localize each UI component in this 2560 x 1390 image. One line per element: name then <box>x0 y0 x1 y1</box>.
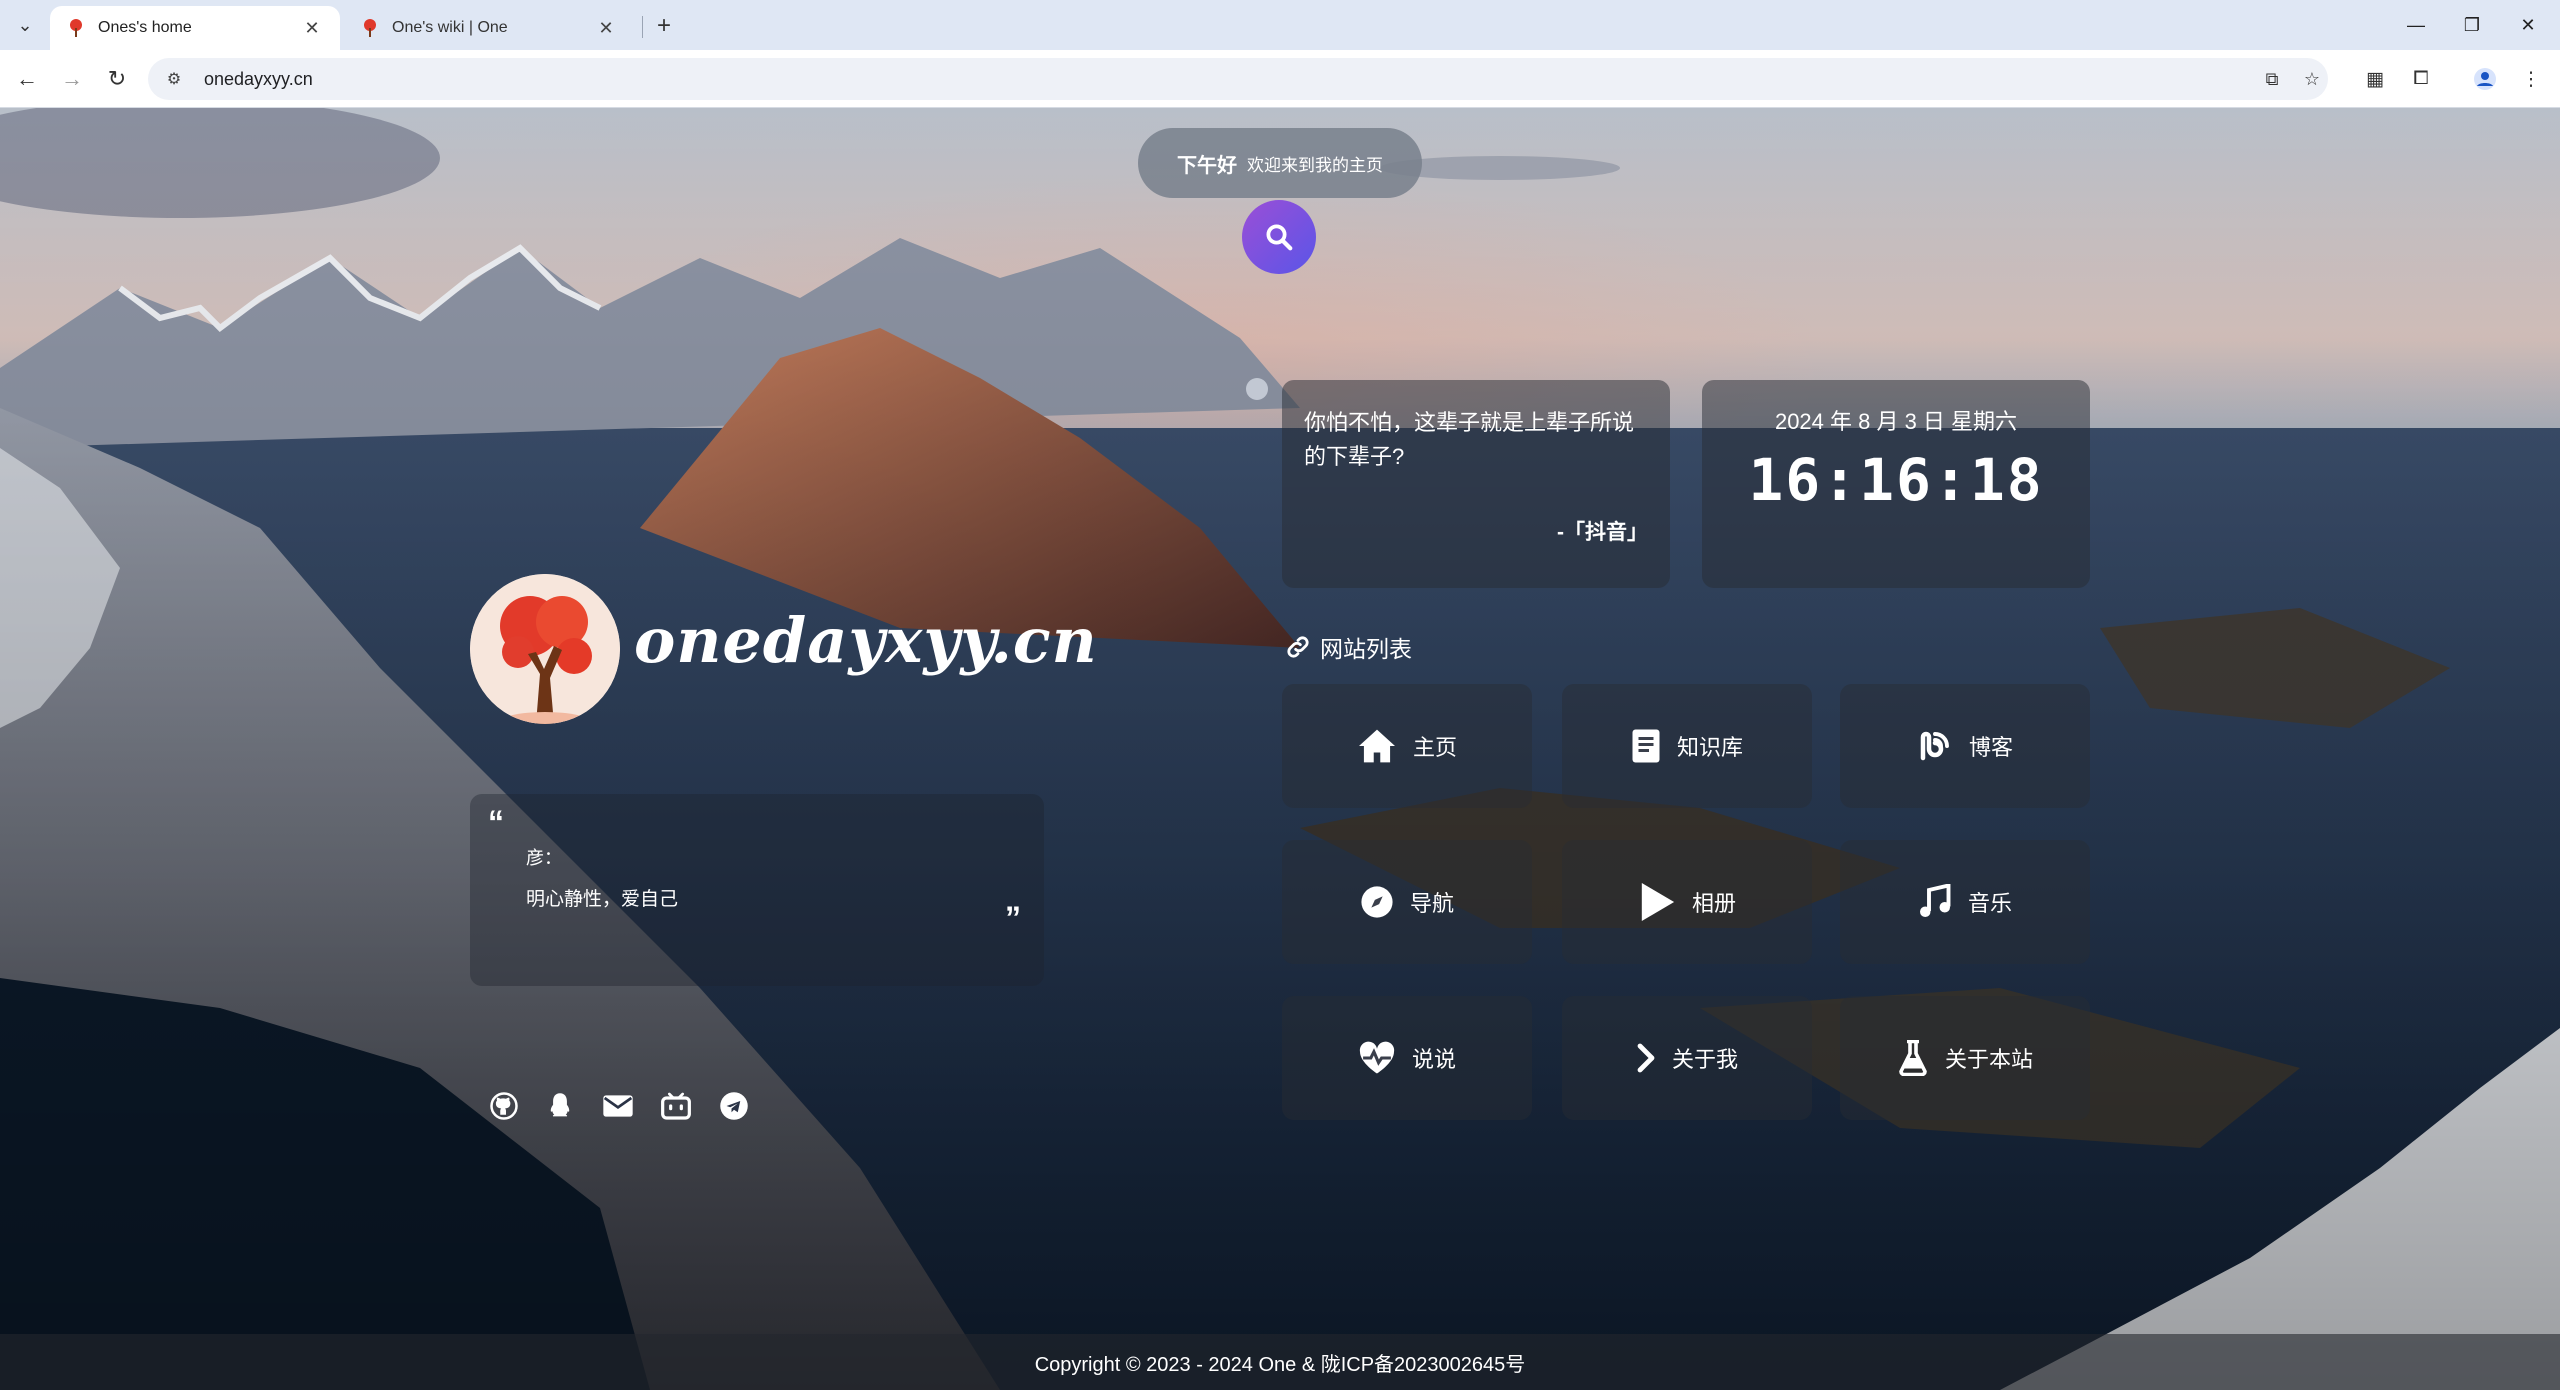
chevron-right-icon <box>1637 1043 1655 1073</box>
site-card-label: 说说 <box>1411 1047 1456 1072</box>
site-card-label: 导航 <box>1409 891 1454 916</box>
site-card-label: 关于本站 <box>1944 1047 2033 1072</box>
quote-close-icon: ” <box>1005 900 1021 936</box>
new-tab-plus-icon[interactable]: + <box>650 12 678 40</box>
site-card-blog[interactable]: 博客 <box>1840 684 2090 808</box>
tree-favicon-icon <box>70 19 82 37</box>
motto-text: 明心静性，爱自己 <box>526 889 679 910</box>
address-bar[interactable]: ⚙ onedayxyy.cn ⧉ ☆ <box>148 58 2328 100</box>
github-icon[interactable] <box>486 1088 522 1124</box>
site-card-label: 音乐 <box>1967 891 2012 916</box>
qr-code-icon[interactable]: ▦ <box>2360 64 2390 94</box>
browser-toolbar: ← → ↻ ⚙ onedayxyy.cn ⧉ ☆ ▦ ⧠ ⋮ <box>0 50 2560 108</box>
tab-search-chevron-icon[interactable]: ⌄ <box>10 10 40 40</box>
hitokoto-source: -「抖音」 <box>1557 521 1648 544</box>
footer: Copyright © 2023 - 2024 One & 陇ICP备20230… <box>0 1334 2560 1390</box>
greeting-main: 下午好 <box>1177 154 1237 177</box>
site-card-label: 相册 <box>1691 891 1736 916</box>
site-list-title: 网站列表 <box>1284 630 1412 664</box>
music-icon <box>1919 884 1951 917</box>
link-icon <box>1287 636 1309 658</box>
hitokoto-text: 你怕不怕，这辈子就是上辈子所说的下辈子? <box>1304 410 1635 469</box>
site-card-music[interactable]: 音乐 <box>1840 840 2090 964</box>
bookmark-star-icon[interactable]: ☆ <box>2298 65 2326 93</box>
back-arrow-icon[interactable]: ← <box>10 62 44 96</box>
install-app-icon[interactable]: ⧉ <box>2258 65 2286 93</box>
site-card-home[interactable]: 主页 <box>1282 684 1532 808</box>
hitokoto-card[interactable]: 你怕不怕，这辈子就是上辈子所说的下辈子? -「抖音」 <box>1282 380 1670 588</box>
tab-divider <box>642 16 643 38</box>
greeting-banner: 下午好 欢迎来到我的主页 <box>1138 128 1422 198</box>
greeting-sub: 欢迎来到我的主页 <box>1247 155 1383 175</box>
motto-card: “ 彦： 明心静性，爱自己 <box>470 794 1044 986</box>
site-card-wiki[interactable]: 知识库 <box>1562 684 1812 808</box>
minimize-icon[interactable]: — <box>2396 10 2436 40</box>
restore-icon[interactable]: ❐ <box>2452 10 2492 40</box>
red-tree-icon <box>470 574 620 724</box>
bilibili-icon[interactable] <box>658 1088 694 1124</box>
clock-time: 16:16:18 <box>1748 446 2044 514</box>
site-card-about-site[interactable]: 关于本站 <box>1840 996 2090 1120</box>
more-menu-icon[interactable]: ⋮ <box>2516 64 2546 94</box>
site-card-label: 主页 <box>1412 735 1457 760</box>
quote-open-icon: “ <box>488 804 504 840</box>
tab-title: Ones's home <box>98 19 192 36</box>
clock-card: 2024 年 8 月 3 日 星期六 16:16:18 <box>1702 380 2090 588</box>
heartbeat-icon <box>1359 1041 1395 1074</box>
tab-strip: ⌄ Ones's home ✕ One's wiki | One ✕ + — ❐… <box>0 0 2560 50</box>
search-icon <box>1266 224 1293 251</box>
logo-text[interactable]: onedayxyy.cn <box>634 604 1098 677</box>
footer-copyright[interactable]: Copyright © 2023 - 2024 One & 陇ICP备20230… <box>1035 1348 1526 1377</box>
reload-icon[interactable]: ↻ <box>100 62 134 96</box>
carousel-dot[interactable] <box>1246 378 1268 400</box>
site-card-label: 关于我 <box>1671 1047 1738 1072</box>
profile-avatar-icon[interactable] <box>2470 64 2500 94</box>
telegram-icon[interactable] <box>716 1088 752 1124</box>
flask-icon <box>1899 1040 1927 1076</box>
forward-arrow-icon[interactable]: → <box>55 62 89 96</box>
close-tab-icon[interactable]: ✕ <box>300 16 324 40</box>
site-info-icon[interactable]: ⚙ <box>160 65 188 93</box>
tab-title: One's wiki | One <box>392 19 508 36</box>
site-card-nav[interactable]: 导航 <box>1282 840 1532 964</box>
site-card-album[interactable]: 相册 <box>1562 840 1812 964</box>
compass-icon <box>1361 886 1393 918</box>
search-button[interactable] <box>1242 200 1316 274</box>
blog-icon <box>1920 731 1949 761</box>
background-dim-overlay <box>0 108 2560 1390</box>
close-tab-icon[interactable]: ✕ <box>594 16 618 40</box>
mail-icon[interactable] <box>600 1088 636 1124</box>
qq-icon[interactable] <box>542 1088 578 1124</box>
homepage: 下午好 欢迎来到我的主页 onedayxyy.cn “ 彦： 明心静性，爱自己 … <box>0 108 2560 1390</box>
clock-date: 2024 年 8 月 3 日 星期六 <box>1774 409 2018 434</box>
home-icon <box>1358 729 1395 763</box>
site-card-label: 知识库 <box>1676 735 1743 760</box>
logo-avatar[interactable] <box>470 574 620 724</box>
site-card-label: 博客 <box>1968 735 2013 760</box>
extensions-puzzle-icon[interactable]: ⧠ <box>2406 64 2436 94</box>
motto-label: 彦： <box>526 848 562 868</box>
close-window-icon[interactable]: ✕ <box>2508 10 2548 40</box>
url-text[interactable]: onedayxyy.cn <box>204 69 313 90</box>
tree-favicon-icon <box>364 19 376 37</box>
site-card-moments[interactable]: 说说 <box>1282 996 1532 1120</box>
tab-ones-wiki[interactable]: One's wiki | One ✕ <box>344 6 634 50</box>
site-card-about-me[interactable]: 关于我 <box>1562 996 1812 1120</box>
book-icon <box>1632 729 1660 763</box>
tab-ones-home[interactable]: Ones's home ✕ <box>50 6 340 50</box>
play-icon <box>1641 883 1675 921</box>
site-list-title-text: 网站列表 <box>1320 636 1412 662</box>
